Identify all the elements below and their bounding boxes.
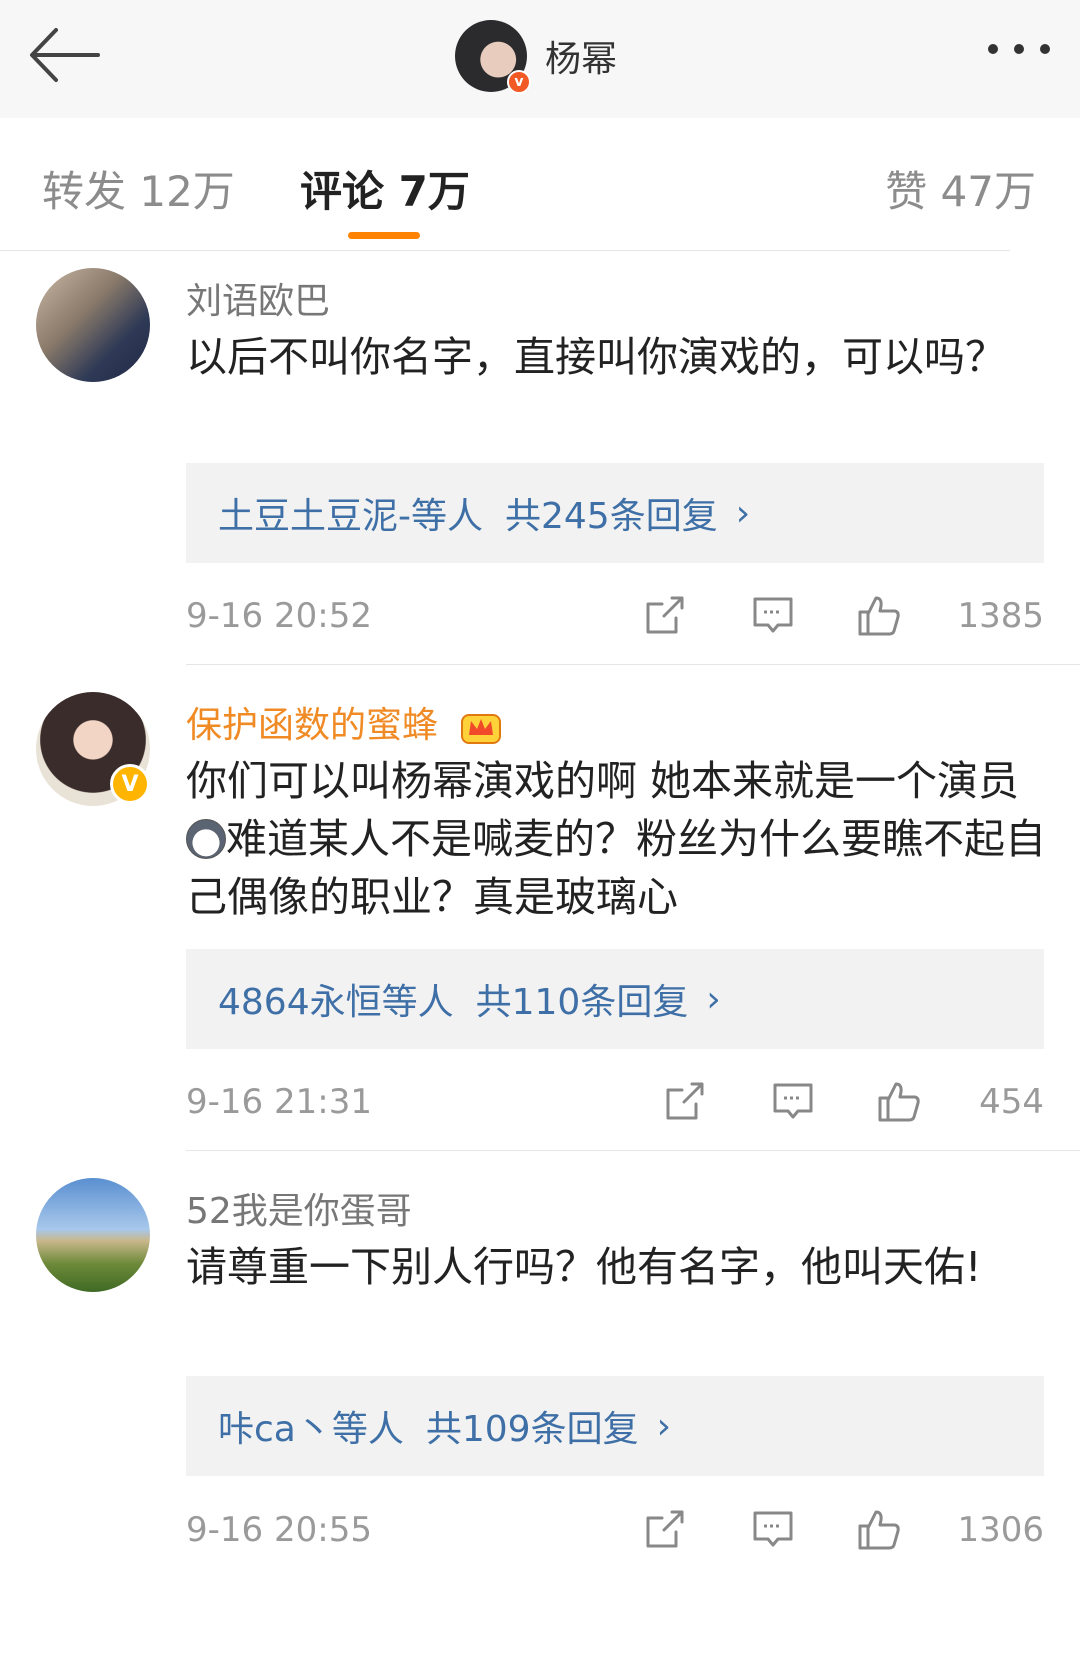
comment-time: 9-16 20:52: [186, 596, 372, 636]
chevron-right-icon: ›: [706, 978, 721, 1020]
comment-meta: 9-16 20:55 1306: [186, 1502, 1044, 1556]
verified-badge-icon: V: [110, 764, 150, 804]
reply-users: 土豆土豆泥-等人: [218, 496, 483, 537]
share-icon[interactable]: [642, 1506, 688, 1552]
like-icon[interactable]: [876, 1078, 922, 1124]
verified-badge-icon: v: [507, 70, 531, 94]
top-navigation-bar: v 杨幂: [0, 0, 1080, 119]
comment-text: 以后不叫你名字，直接叫你演戏的，可以吗？: [186, 333, 1006, 381]
replies-preview-button[interactable]: 咔ca丶等人 共109条回复 ›: [186, 1376, 1044, 1476]
replies-preview-button[interactable]: 土豆土豆泥-等人 共245条回复 ›: [186, 463, 1044, 563]
page-title: 杨幂: [545, 39, 618, 80]
back-arrow-icon[interactable]: [22, 22, 106, 88]
reply-users: 4864永恒等人: [218, 982, 454, 1023]
profile-header[interactable]: v 杨幂: [455, 16, 617, 96]
like-icon[interactable]: [856, 1506, 902, 1552]
comment-time: 9-16 20:55: [186, 1510, 372, 1550]
share-icon[interactable]: [662, 1078, 708, 1124]
reply-count: 共245条回复: [505, 496, 718, 537]
active-tab-indicator: [348, 232, 420, 239]
avatar[interactable]: [36, 268, 150, 382]
comment-username-text: 保护函数的蜜蜂: [186, 705, 439, 746]
reply-count: 共109条回复: [425, 1409, 639, 1450]
comment-meta: 9-16 21:31 454: [186, 1074, 1044, 1128]
crown-icon: [459, 707, 503, 747]
comment-meta: 9-16 20:52 1385: [186, 588, 1044, 642]
comment-text-part: 你们可以叫杨幂演戏的啊 她本来就是一个演员: [186, 757, 1020, 805]
chevron-right-icon: ›: [656, 1405, 671, 1447]
profile-avatar[interactable]: v: [455, 20, 531, 94]
tab-divider: [0, 250, 1010, 251]
more-dots-icon[interactable]: [988, 44, 1050, 54]
like-count: 454: [979, 1082, 1044, 1122]
tab-bar: 转发 12万 评论 7万 赞 47万: [0, 118, 1080, 251]
comment-time: 9-16 21:31: [186, 1082, 372, 1122]
avatar[interactable]: [36, 1178, 150, 1292]
comment-username[interactable]: 保护函数的蜜蜂: [186, 696, 503, 748]
comment-icon[interactable]: [750, 1506, 796, 1552]
comment-icon[interactable]: [750, 592, 796, 638]
comment-divider: [186, 1150, 1080, 1151]
reply-count: 共110条回复: [475, 982, 689, 1023]
comment-text-part: 难道某人不是喊麦的？粉丝为什么要瞧不起自己偶像的职业？真是玻璃心: [186, 815, 1046, 921]
like-icon[interactable]: [856, 592, 902, 638]
tab-reposts[interactable]: 转发 12万: [42, 158, 235, 219]
like-count: 1385: [957, 596, 1044, 636]
replies-preview-button[interactable]: 4864永恒等人 共110条回复 ›: [186, 949, 1044, 1049]
tab-comments[interactable]: 评论 7万: [300, 158, 470, 219]
share-icon[interactable]: [642, 592, 688, 638]
comment-text: 你们可以叫杨幂演戏的啊 她本来就是一个演员难道某人不是喊麦的？粉丝为什么要瞧不起…: [186, 752, 1046, 926]
comment-divider: [186, 664, 1080, 665]
comment-icon[interactable]: [770, 1078, 816, 1124]
husky-emoji-icon: [186, 819, 226, 859]
comment-text: 请尊重一下别人行吗？他有名字，他叫天佑!: [186, 1243, 982, 1291]
comment-username[interactable]: 刘语欧巴: [186, 272, 330, 324]
tab-likes[interactable]: 赞 47万: [885, 158, 1036, 219]
like-count: 1306: [957, 1510, 1044, 1550]
reply-users: 咔ca丶等人: [218, 1409, 404, 1450]
chevron-right-icon: ›: [735, 492, 751, 534]
comment-username[interactable]: 52我是你蛋哥: [186, 1182, 412, 1234]
